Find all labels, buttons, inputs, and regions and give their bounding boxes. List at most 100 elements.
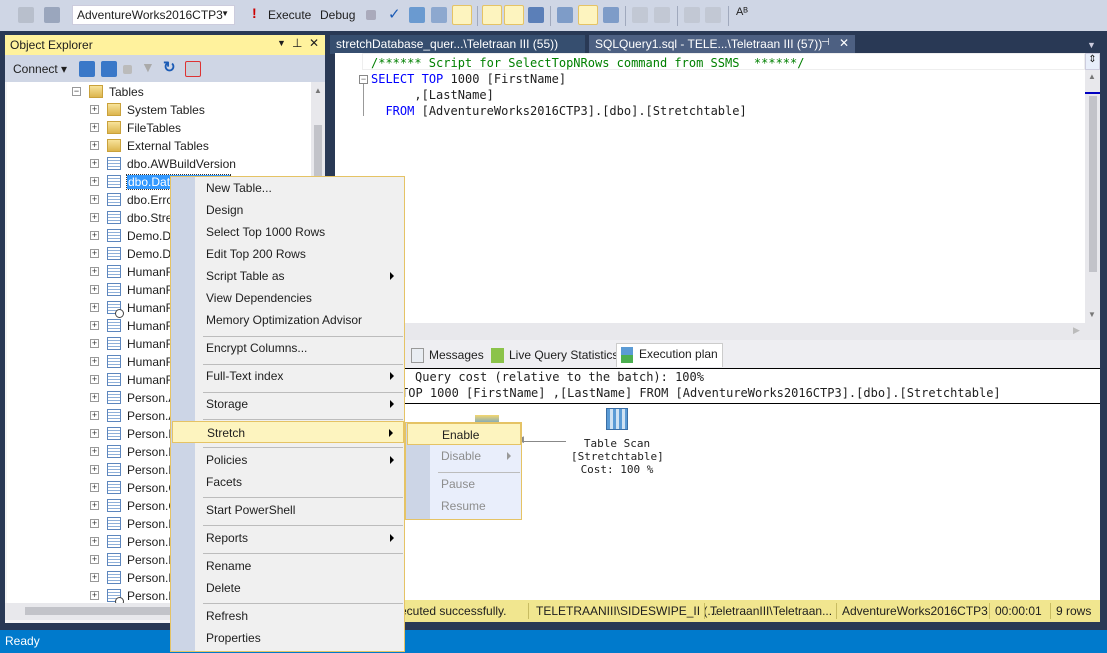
estimated-plan-icon[interactable] (409, 7, 425, 23)
expand-icon[interactable]: + (90, 285, 99, 294)
expand-icon[interactable]: + (90, 303, 99, 312)
tab-messages[interactable]: Messages (407, 345, 488, 366)
expand-icon[interactable]: + (90, 141, 99, 150)
database-select[interactable]: AdventureWorks2016CTP3 ▼ (72, 5, 235, 25)
expand-icon[interactable]: + (90, 195, 99, 204)
expand-icon[interactable]: + (90, 429, 99, 438)
expand-icon[interactable]: + (90, 483, 99, 492)
expand-icon[interactable]: + (90, 123, 99, 132)
query-editor[interactable]: /****** Script for SelectTopNRows comman… (335, 53, 1100, 340)
menu-item-policies[interactable]: Policies (172, 449, 404, 471)
close-icon[interactable]: ✕ (309, 36, 319, 50)
menu-item-rename[interactable]: Rename (172, 555, 404, 577)
close-tab-icon[interactable]: ✕ (839, 36, 849, 50)
expand-icon[interactable]: + (90, 591, 99, 600)
activity-monitor-icon[interactable] (185, 61, 201, 77)
pin-icon[interactable]: ⊥ (292, 36, 302, 50)
expand-icon[interactable]: + (90, 339, 99, 348)
include-actual-plan-icon[interactable] (482, 5, 502, 25)
tab-stretch-database-query[interactable]: stretchDatabase_quer...\Teletraan III (5… (330, 35, 585, 54)
tree-node[interactable]: − Tables (7, 83, 311, 101)
connect-icon[interactable] (79, 61, 95, 77)
refresh-icon[interactable]: ↻ (163, 58, 176, 76)
tree-node[interactable]: + System Tables (7, 101, 311, 119)
live-query-stats-icon[interactable] (504, 5, 524, 25)
tab-sqlquery1[interactable]: SQLQuery1.sql - TELE...\Teletraan III (5… (589, 35, 855, 54)
collapse-icon[interactable]: − (359, 75, 368, 84)
expand-icon[interactable]: + (90, 249, 99, 258)
tab-live-query-statistics[interactable]: Live Query Statistics (487, 345, 623, 366)
expand-icon[interactable]: + (90, 375, 99, 384)
expand-icon[interactable]: + (90, 357, 99, 366)
results-to-grid-icon[interactable] (452, 5, 472, 25)
menu-item-encrypt-columns[interactable]: Encrypt Columns... (172, 337, 404, 359)
filter-icon[interactable]: ▼ (141, 59, 155, 75)
menu-item-view-dependencies[interactable]: View Dependencies (172, 287, 404, 309)
editor-horizontal-scrollbar[interactable]: ▶ (335, 323, 1100, 340)
expand-icon[interactable]: + (90, 231, 99, 240)
expand-icon[interactable]: + (90, 411, 99, 420)
split-icon[interactable]: ⇕ (1085, 53, 1100, 70)
expand-icon[interactable]: + (90, 213, 99, 222)
tab-list-icon[interactable]: ▼ (1087, 40, 1096, 50)
stop-icon[interactable] (366, 10, 376, 20)
expand-icon[interactable]: + (90, 393, 99, 402)
menu-item-refresh[interactable]: Refresh (172, 605, 404, 627)
menu-item-delete[interactable]: Delete (172, 577, 404, 599)
submenu-item-enable[interactable]: Enable (407, 423, 521, 445)
stop-icon[interactable] (123, 65, 132, 74)
menu-item-edit-top-200-rows[interactable]: Edit Top 200 Rows (172, 243, 404, 265)
menu-item-start-powershell[interactable]: Start PowerShell (172, 499, 404, 521)
expand-icon[interactable]: + (90, 537, 99, 546)
decrease-indent-icon[interactable] (684, 7, 700, 23)
expand-icon[interactable]: + (90, 501, 99, 510)
connect-button[interactable]: Connect ▾ (13, 62, 67, 76)
expand-icon[interactable]: + (90, 573, 99, 582)
tree-node[interactable]: + FileTables (7, 119, 311, 137)
client-stats-icon[interactable] (528, 7, 544, 23)
menu-item-script-table-as[interactable]: Script Table as (172, 265, 404, 287)
expand-icon[interactable]: + (90, 447, 99, 456)
results-grid-icon[interactable] (578, 5, 598, 25)
dropdown-icon[interactable]: ▼ (277, 38, 286, 48)
tree-node[interactable]: + External Tables (7, 137, 311, 155)
menu-item-full-text-index[interactable]: Full-Text index (172, 365, 404, 387)
change-connection-icon[interactable] (44, 7, 60, 23)
uncomment-icon[interactable] (654, 7, 670, 23)
menu-item-new-table[interactable]: New Table... (172, 177, 404, 199)
expand-icon[interactable]: + (90, 321, 99, 330)
menu-item-reports[interactable]: Reports (172, 527, 404, 549)
menu-item-properties[interactable]: Properties (172, 627, 404, 649)
menu-item-design[interactable]: Design (172, 199, 404, 221)
collapse-icon[interactable]: − (72, 87, 81, 96)
debug-button[interactable]: Debug (320, 8, 355, 22)
expand-icon[interactable]: + (90, 519, 99, 528)
menu-item-facets[interactable]: Facets (172, 471, 404, 493)
table-scan-icon[interactable] (606, 408, 628, 430)
menu-item-storage[interactable]: Storage (172, 393, 404, 415)
disconnect-icon[interactable] (101, 61, 117, 77)
expand-icon[interactable]: + (90, 105, 99, 114)
expand-icon[interactable]: + (90, 177, 99, 186)
menu-item-memory-optimization-advisor[interactable]: Memory Optimization Advisor (172, 309, 404, 331)
expand-icon[interactable]: + (90, 267, 99, 276)
comment-icon[interactable] (632, 7, 648, 23)
new-query-icon[interactable] (18, 7, 34, 23)
pin-icon[interactable]: ⊣ (821, 37, 830, 48)
expand-icon[interactable]: + (90, 555, 99, 564)
tree-node[interactable]: + dbo.AWBuildVersion (7, 155, 311, 173)
specify-values-icon[interactable]: A͏ᴮ (736, 6, 748, 18)
scroll-thumb[interactable] (1089, 96, 1097, 272)
menu-item-select-top-1000-rows[interactable]: Select Top 1000 Rows (172, 221, 404, 243)
menu-item-stretch[interactable]: Stretch (172, 421, 404, 443)
query-options-icon[interactable] (431, 7, 447, 23)
scroll-thumb[interactable] (25, 607, 175, 615)
results-file-icon[interactable] (603, 7, 619, 23)
tab-execution-plan[interactable]: Execution plan (616, 343, 723, 367)
increase-indent-icon[interactable] (705, 7, 721, 23)
results-text-icon[interactable] (557, 7, 573, 23)
editor-vertical-scrollbar[interactable]: ▲ ▼ (1085, 70, 1100, 323)
execute-button[interactable]: Execute (268, 8, 311, 22)
table-scan-label[interactable]: Table Scan [Stretchtable] Cost: 100 % (571, 437, 664, 476)
expand-icon[interactable]: + (90, 465, 99, 474)
